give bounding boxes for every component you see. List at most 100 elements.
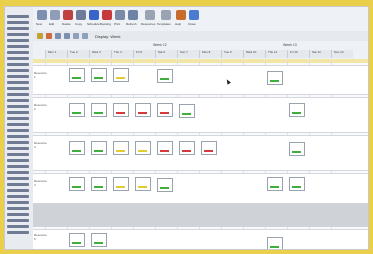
sidebar-item[interactable] bbox=[7, 225, 29, 228]
date-cell[interactable]: Thu 11 bbox=[265, 50, 287, 58]
printer-icon[interactable] bbox=[115, 10, 125, 20]
booking-card[interactable] bbox=[135, 103, 151, 117]
booking-card[interactable] bbox=[113, 177, 129, 191]
booking-card[interactable] bbox=[113, 68, 129, 82]
booking-card[interactable] bbox=[91, 103, 107, 117]
date-cell[interactable]: Sat 6 bbox=[155, 50, 177, 58]
sidebar-item[interactable] bbox=[7, 21, 29, 24]
booking-card[interactable] bbox=[69, 141, 85, 155]
week-view-icon[interactable] bbox=[82, 33, 88, 39]
sidebar-item[interactable] bbox=[7, 15, 29, 18]
booking-card[interactable] bbox=[267, 237, 283, 249]
sidebar-item[interactable] bbox=[7, 129, 29, 132]
book-icon[interactable] bbox=[102, 10, 112, 20]
sidebar-item[interactable] bbox=[7, 183, 29, 186]
booking-card[interactable] bbox=[157, 178, 173, 192]
today-icon[interactable] bbox=[73, 33, 79, 39]
date-cell[interactable]: Wed 3 bbox=[89, 50, 111, 58]
booking-card[interactable] bbox=[69, 103, 85, 117]
sidebar-item[interactable] bbox=[7, 195, 29, 198]
zoom-icon[interactable] bbox=[46, 33, 52, 39]
sidebar-item[interactable] bbox=[7, 117, 29, 120]
new-document-icon[interactable] bbox=[37, 10, 47, 20]
sidebar-item[interactable] bbox=[7, 105, 29, 108]
sidebar-item[interactable] bbox=[7, 147, 29, 150]
booking-card[interactable] bbox=[157, 141, 173, 155]
booking-card[interactable] bbox=[267, 177, 283, 191]
sidebar-item[interactable] bbox=[7, 177, 29, 180]
sidebar-item[interactable] bbox=[7, 213, 29, 216]
sidebar-item[interactable] bbox=[7, 63, 29, 66]
sidebar-item[interactable] bbox=[7, 171, 29, 174]
date-cell[interactable]: Thu 4 bbox=[111, 50, 133, 58]
booking-card[interactable] bbox=[135, 141, 151, 155]
booking-card[interactable] bbox=[69, 68, 85, 82]
refresh-icon[interactable] bbox=[128, 10, 138, 20]
sidebar-item[interactable] bbox=[7, 201, 29, 204]
filter-icon[interactable] bbox=[37, 33, 43, 39]
date-cell[interactable]: Wed 10 bbox=[243, 50, 265, 58]
booking-card[interactable] bbox=[289, 142, 305, 156]
booking-card[interactable] bbox=[289, 177, 305, 191]
close-icon[interactable] bbox=[189, 10, 199, 20]
date-cell[interactable]: Tue 9 bbox=[221, 50, 243, 58]
sidebar-item[interactable] bbox=[7, 51, 29, 54]
date-cell[interactable]: Fri 12 bbox=[287, 50, 309, 58]
sidebar-item[interactable] bbox=[7, 45, 29, 48]
booking-card[interactable] bbox=[157, 69, 173, 83]
booking-card[interactable] bbox=[267, 71, 283, 85]
booking-card[interactable] bbox=[69, 233, 85, 247]
sidebar-item[interactable] bbox=[7, 165, 29, 168]
date-cell[interactable]: Sat 13 bbox=[309, 50, 331, 58]
booking-card[interactable] bbox=[201, 141, 217, 155]
people-icon[interactable] bbox=[145, 10, 155, 20]
booking-card[interactable] bbox=[91, 177, 107, 191]
sidebar-item[interactable] bbox=[7, 75, 29, 78]
next-icon[interactable] bbox=[64, 33, 70, 39]
calendar-icon[interactable] bbox=[89, 10, 99, 20]
sidebar-item[interactable] bbox=[7, 99, 29, 102]
sidebar-item[interactable] bbox=[7, 81, 29, 84]
sidebar-item[interactable] bbox=[7, 111, 29, 114]
sidebar-item[interactable] bbox=[7, 219, 29, 222]
booking-card[interactable] bbox=[69, 177, 85, 191]
edit-icon[interactable] bbox=[50, 10, 60, 20]
booking-card[interactable] bbox=[179, 141, 195, 155]
copy-icon[interactable] bbox=[76, 10, 86, 20]
booking-card[interactable] bbox=[179, 104, 195, 118]
booking-card[interactable] bbox=[135, 177, 151, 191]
sidebar-item[interactable] bbox=[7, 159, 29, 162]
booking-card[interactable] bbox=[113, 141, 129, 155]
help-icon[interactable] bbox=[176, 10, 186, 20]
sidebar-item[interactable] bbox=[7, 123, 29, 126]
sidebar-item[interactable] bbox=[7, 189, 29, 192]
date-cell[interactable]: Tue 2 bbox=[67, 50, 89, 58]
sidebar-item[interactable] bbox=[7, 87, 29, 90]
booking-card[interactable] bbox=[91, 233, 107, 247]
date-cell[interactable]: Fri 5 bbox=[133, 50, 155, 58]
sidebar-item[interactable] bbox=[7, 135, 29, 138]
sidebar-item[interactable] bbox=[7, 69, 29, 72]
sidebar-item[interactable] bbox=[7, 57, 29, 60]
booking-card[interactable] bbox=[289, 103, 305, 117]
date-cell[interactable]: Sun 14 bbox=[331, 50, 353, 58]
date-cell[interactable]: Mon 1 bbox=[45, 50, 67, 58]
date-cell[interactable]: Sun 7 bbox=[177, 50, 199, 58]
sidebar-item[interactable] bbox=[7, 33, 29, 36]
delete-icon[interactable] bbox=[63, 10, 73, 20]
booking-card[interactable] bbox=[91, 68, 107, 82]
sidebar-item[interactable] bbox=[7, 27, 29, 30]
date-cell[interactable]: Mon 8 bbox=[199, 50, 221, 58]
sidebar-item[interactable] bbox=[7, 39, 29, 42]
booking-card[interactable] bbox=[157, 103, 173, 117]
sidebar-item[interactable] bbox=[7, 141, 29, 144]
sidebar-item[interactable] bbox=[7, 207, 29, 210]
prev-icon[interactable] bbox=[55, 33, 61, 39]
template-icon[interactable] bbox=[161, 10, 171, 20]
booking-card[interactable] bbox=[91, 141, 107, 155]
booking-card[interactable] bbox=[113, 103, 129, 117]
status-bar bbox=[270, 246, 279, 248]
sidebar-item[interactable] bbox=[7, 231, 29, 234]
sidebar-item[interactable] bbox=[7, 93, 29, 96]
sidebar-item[interactable] bbox=[7, 153, 29, 156]
